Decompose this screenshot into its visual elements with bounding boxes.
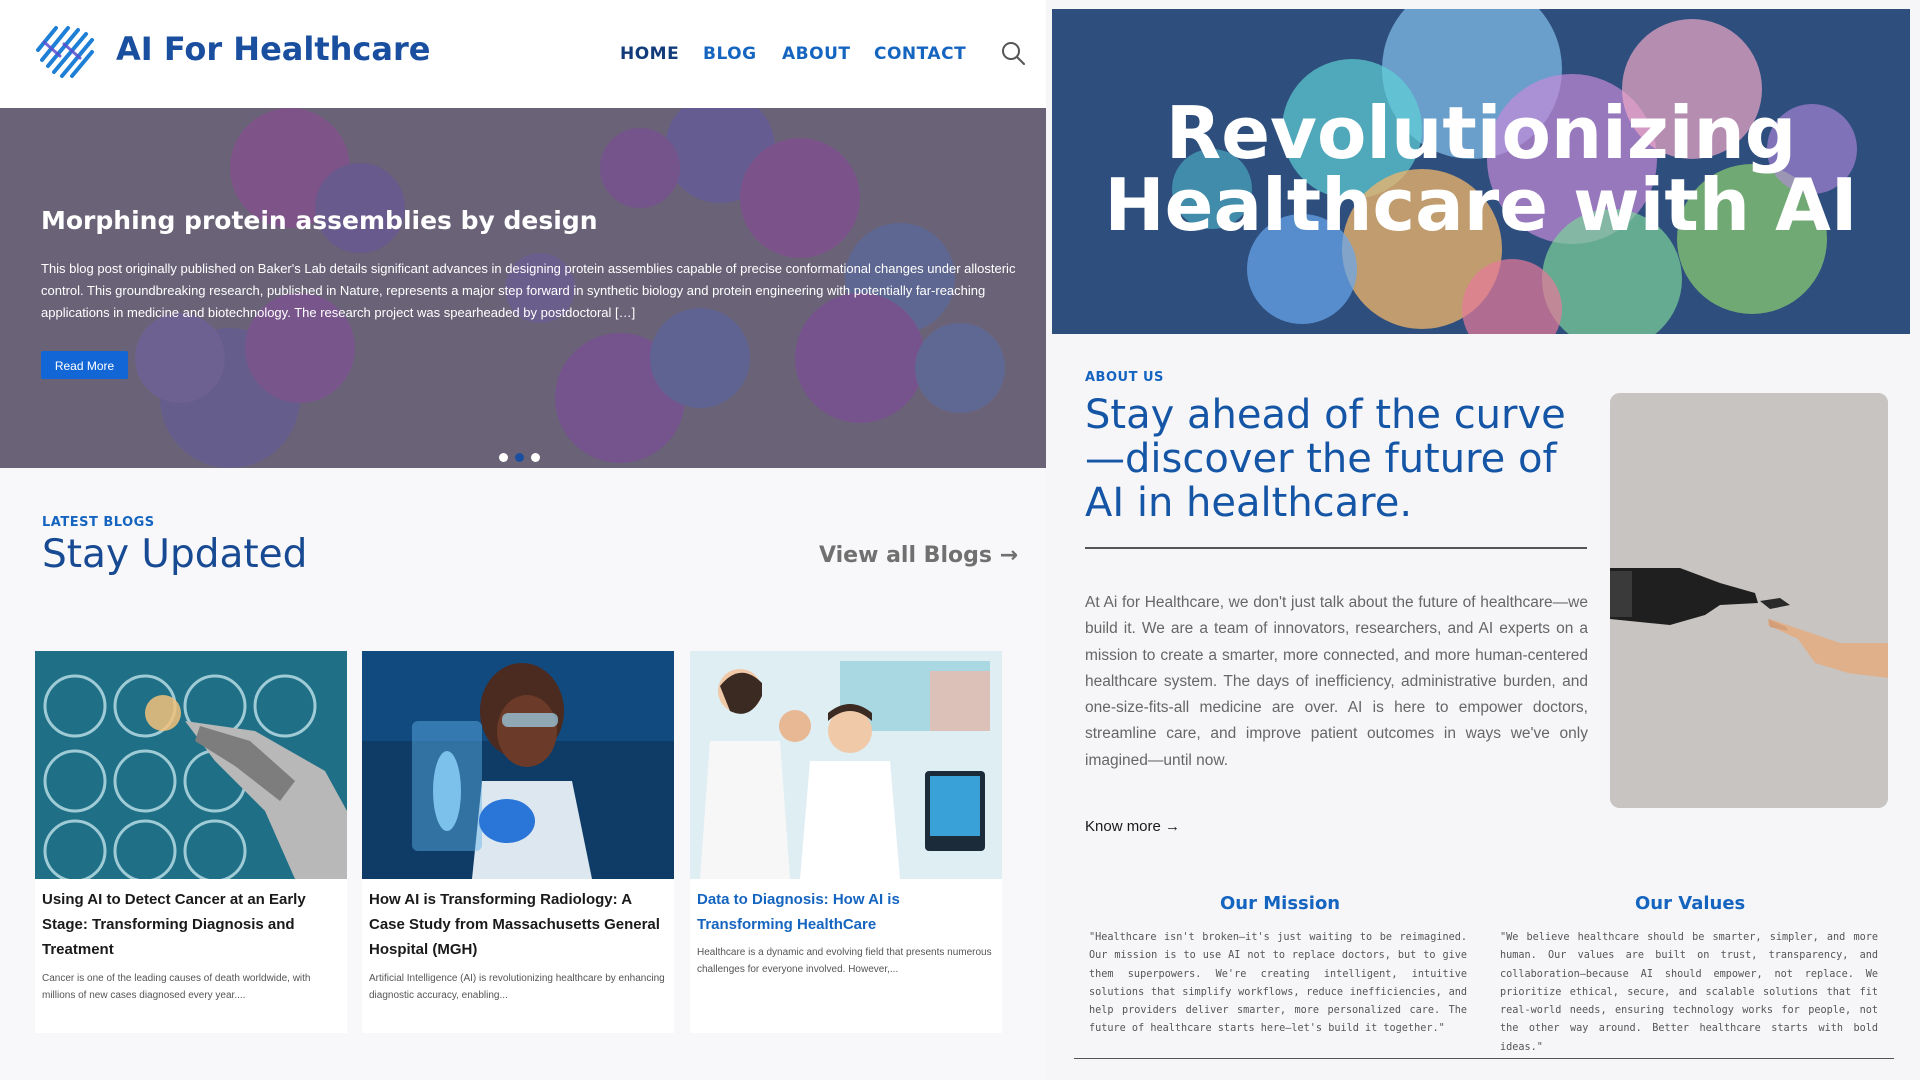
robot-hand-icon <box>1610 393 1888 808</box>
nav-about-link[interactable]: ABOUT <box>782 44 850 64</box>
slider-dot-3[interactable] <box>531 453 540 462</box>
latest-blogs-label: LATEST BLOGS <box>42 515 155 530</box>
slider-dot-1[interactable] <box>499 453 508 462</box>
search-icon[interactable] <box>1000 40 1026 66</box>
values-text: "We believe healthcare should be smarter… <box>1500 932 1878 1053</box>
blog-card-title[interactable]: How AI is Transforming Radiology: A Case… <box>369 887 667 962</box>
blog-card[interactable]: How AI is Transforming Radiology: A Case… <box>362 651 674 1033</box>
hero-title: Morphing protein assemblies by design <box>41 206 598 235</box>
values-title: Our Values <box>1635 893 1746 914</box>
footer-divider <box>1074 1058 1894 1059</box>
about-body-text: At Ai for Healthcare, we don't just talk… <box>1085 594 1588 769</box>
banner-heading-line-1: Revolutionizing <box>1165 91 1797 175</box>
banner-heading-line-2: Healthcare with AI <box>1104 163 1858 247</box>
robot-human-hands-image <box>1610 393 1888 808</box>
doctors-illustration-image <box>690 651 1002 879</box>
blog-card[interactable]: Using AI to Detect Cancer at an Early St… <box>35 651 347 1033</box>
brain-scan-robot-image <box>35 651 347 879</box>
blog-card-excerpt: Healthcare is a dynamic and evolving fie… <box>697 947 992 975</box>
blog-card-excerpt: Artificial Intelligence (AI) is revoluti… <box>369 973 665 1001</box>
mission-title: Our Mission <box>1220 893 1341 914</box>
know-more-link[interactable]: Know more → <box>1085 818 1180 835</box>
view-all-blogs-link[interactable]: View all Blogs → <box>819 543 1018 568</box>
latest-blogs-title: Stay Updated <box>42 532 308 577</box>
blog-card-excerpt: Cancer is one of the leading causes of d… <box>42 973 311 1001</box>
site-brand[interactable]: AI For Healthcare <box>116 30 430 68</box>
nav-home-link[interactable]: HOME <box>620 44 679 64</box>
about-divider <box>1085 547 1587 549</box>
hero-slider: Morphing protein assemblies by design Th… <box>0 108 1046 468</box>
blog-card-title[interactable]: Data to Diagnosis: How AI is Transformin… <box>697 887 995 937</box>
about-heading: Stay ahead of the curve—discover the fut… <box>1085 392 1566 526</box>
read-more-button[interactable]: Read More <box>41 351 128 379</box>
blog-card-title[interactable]: Using AI to Detect Cancer at an Early St… <box>42 887 340 962</box>
nav-blog-link[interactable]: BLOG <box>703 44 757 64</box>
slider-dot-2[interactable] <box>515 453 524 462</box>
hero-banner: Revolutionizing Healthcare with AI <box>1052 9 1910 334</box>
blog-card[interactable]: Data to Diagnosis: How AI is Transformin… <box>690 651 1002 1033</box>
logo-mark-icon[interactable] <box>34 20 96 82</box>
mission-text: "Healthcare isn't broken—it's just waiti… <box>1089 932 1467 1035</box>
banner-heading: Revolutionizing Healthcare with AI <box>1052 97 1910 241</box>
nav-contact-link[interactable]: CONTACT <box>874 44 966 64</box>
about-us-label: ABOUT US <box>1085 370 1164 385</box>
radiology-researcher-image <box>362 651 674 879</box>
hero-excerpt: This blog post originally published on B… <box>41 261 1016 320</box>
